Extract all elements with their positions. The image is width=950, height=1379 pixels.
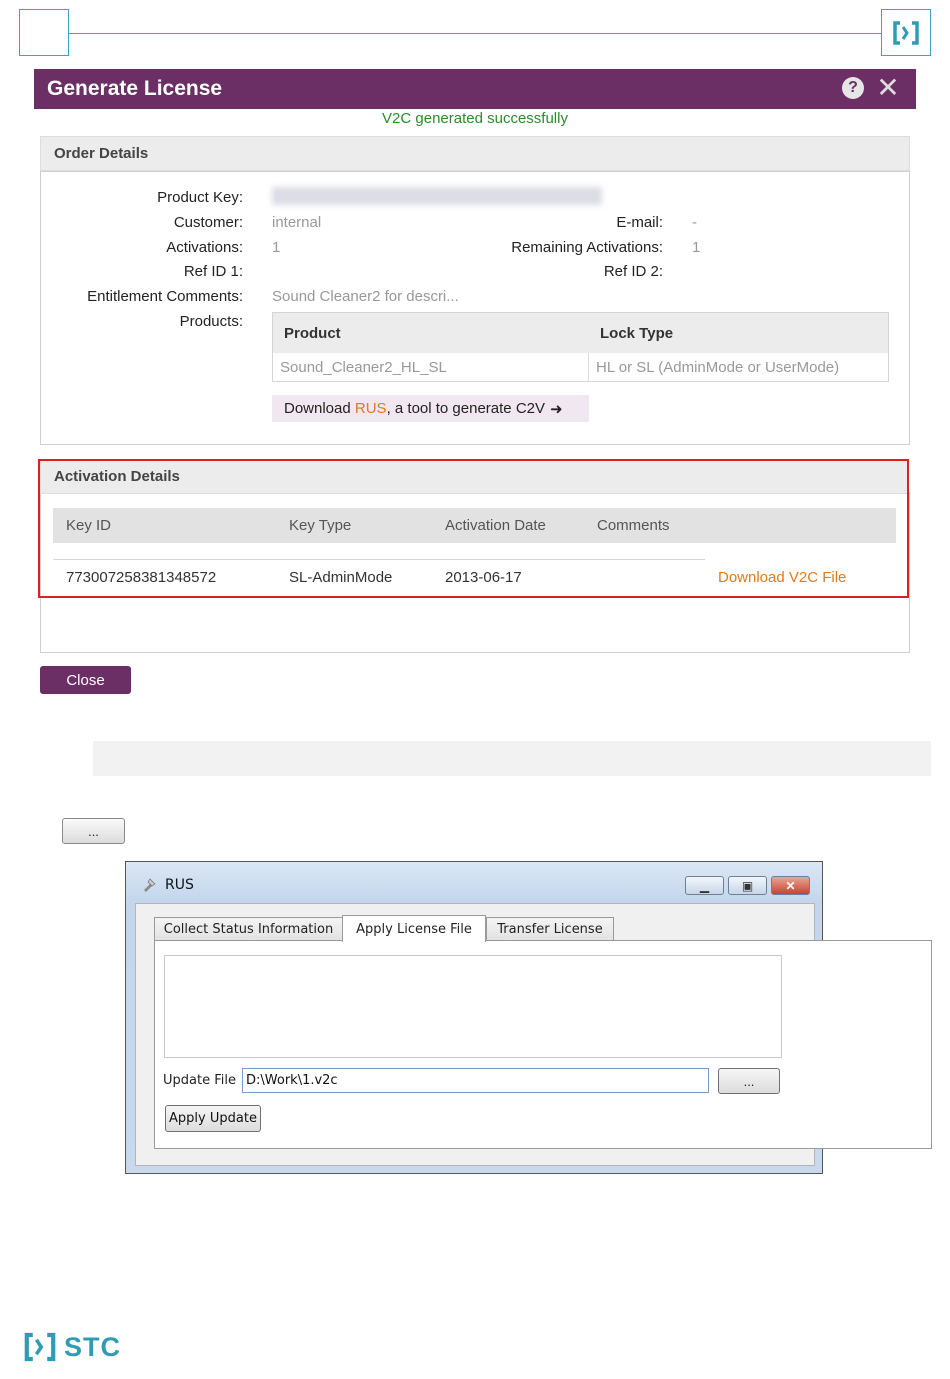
- brand-name: STC: [64, 1331, 121, 1362]
- stc-footer-icon: [24, 1332, 56, 1362]
- tab-apply-license[interactable]: Apply License File: [342, 915, 486, 942]
- key-type-column-header: Key Type: [289, 517, 352, 534]
- lock-type-cell: HL or SL (AdminMode or UserMode): [596, 359, 840, 376]
- email-label: E-mail:: [616, 214, 663, 231]
- tab-collect-status[interactable]: Collect Status Information: [154, 917, 343, 941]
- update-file-label: Update File: [163, 1073, 236, 1088]
- product-column-header: Product: [284, 325, 341, 342]
- rus-link-prefix: Download: [284, 400, 355, 417]
- rus-link-suffix: , a tool to generate C2V: [386, 400, 545, 417]
- tab-transfer-license[interactable]: Transfer License: [486, 917, 614, 941]
- ref-id-2-label: Ref ID 2:: [603, 263, 663, 280]
- activation-date-column-header: Activation Date: [445, 517, 546, 534]
- activation-table-header: Key ID Key Type Activation Date Comments: [53, 508, 896, 543]
- header-line: [69, 33, 881, 34]
- update-file-input[interactable]: D:\Work\1.v2c: [242, 1068, 709, 1093]
- product-cell: Sound_Cleaner2_HL_SL: [280, 359, 447, 376]
- window-close-icon[interactable]: ✕: [771, 876, 810, 895]
- arrow-right-icon: ➜: [550, 400, 563, 418]
- products-table: Product Lock Type Sound_Cleaner2_HL_SL H…: [272, 312, 889, 382]
- remaining-activations-value: 1: [692, 239, 701, 256]
- browse-button[interactable]: ...: [718, 1068, 780, 1094]
- close-icon[interactable]: ✕: [875, 73, 901, 103]
- comments-column-header: Comments: [597, 517, 670, 534]
- customer-label: Customer:: [173, 214, 243, 231]
- success-message: V2C generated successfully: [382, 110, 568, 127]
- column-divider: [588, 353, 589, 382]
- entitlement-comments-label: Entitlement Comments:: [87, 288, 243, 305]
- activations-value: 1: [272, 239, 281, 256]
- header-box: [19, 9, 69, 56]
- key-id-cell: 773007258381348572: [66, 569, 217, 586]
- rus-app-icon: [144, 878, 156, 892]
- apply-update-button[interactable]: Apply Update: [165, 1105, 261, 1132]
- product-key-label: Product Key:: [157, 189, 243, 206]
- rus-link-highlight: RUS: [354, 400, 387, 417]
- activations-label: Activations:: [166, 239, 243, 256]
- grey-strip: [93, 741, 931, 776]
- product-key-value-blurred: [272, 187, 602, 205]
- key-id-column-header: Key ID: [66, 517, 112, 534]
- customer-value: internal: [272, 214, 322, 231]
- activation-date-cell: 2013-06-17: [445, 569, 522, 586]
- stc-logo-icon: [881, 9, 931, 56]
- products-table-header: Product Lock Type: [273, 313, 888, 353]
- table-row: Sound_Cleaner2_HL_SL HL or SL (AdminMode…: [273, 353, 888, 382]
- status-text-area[interactable]: [164, 955, 782, 1058]
- dialog-title-bar: Generate License ? ✕: [34, 69, 916, 109]
- maximize-icon[interactable]: ▣: [728, 876, 767, 895]
- dialog-title: Generate License: [47, 77, 223, 100]
- products-label: Products:: [179, 313, 243, 330]
- order-details-header: Order Details: [40, 136, 910, 171]
- entitlement-comments-value: Sound Cleaner2 for descri...: [272, 288, 459, 305]
- email-value: -: [692, 214, 697, 231]
- minimize-icon[interactable]: ▁: [685, 876, 724, 895]
- footer-logo: STC: [22, 1330, 121, 1364]
- download-rus-link[interactable]: Download RUS , a tool to generate C2V ➜: [272, 395, 589, 422]
- row-divider: [53, 559, 705, 560]
- key-type-cell: SL-AdminMode: [289, 569, 393, 586]
- lock-type-column-header: Lock Type: [600, 325, 674, 342]
- rus-window-title: RUS: [165, 877, 194, 893]
- ellipsis-button[interactable]: ...: [62, 818, 125, 844]
- download-v2c-link[interactable]: Download V2C File: [718, 569, 846, 586]
- remaining-activations-label: Remaining Activations:: [511, 239, 663, 256]
- close-button[interactable]: Close: [40, 666, 131, 694]
- help-icon[interactable]: ?: [842, 77, 864, 99]
- ref-id-1-label: Ref ID 1:: [183, 263, 243, 280]
